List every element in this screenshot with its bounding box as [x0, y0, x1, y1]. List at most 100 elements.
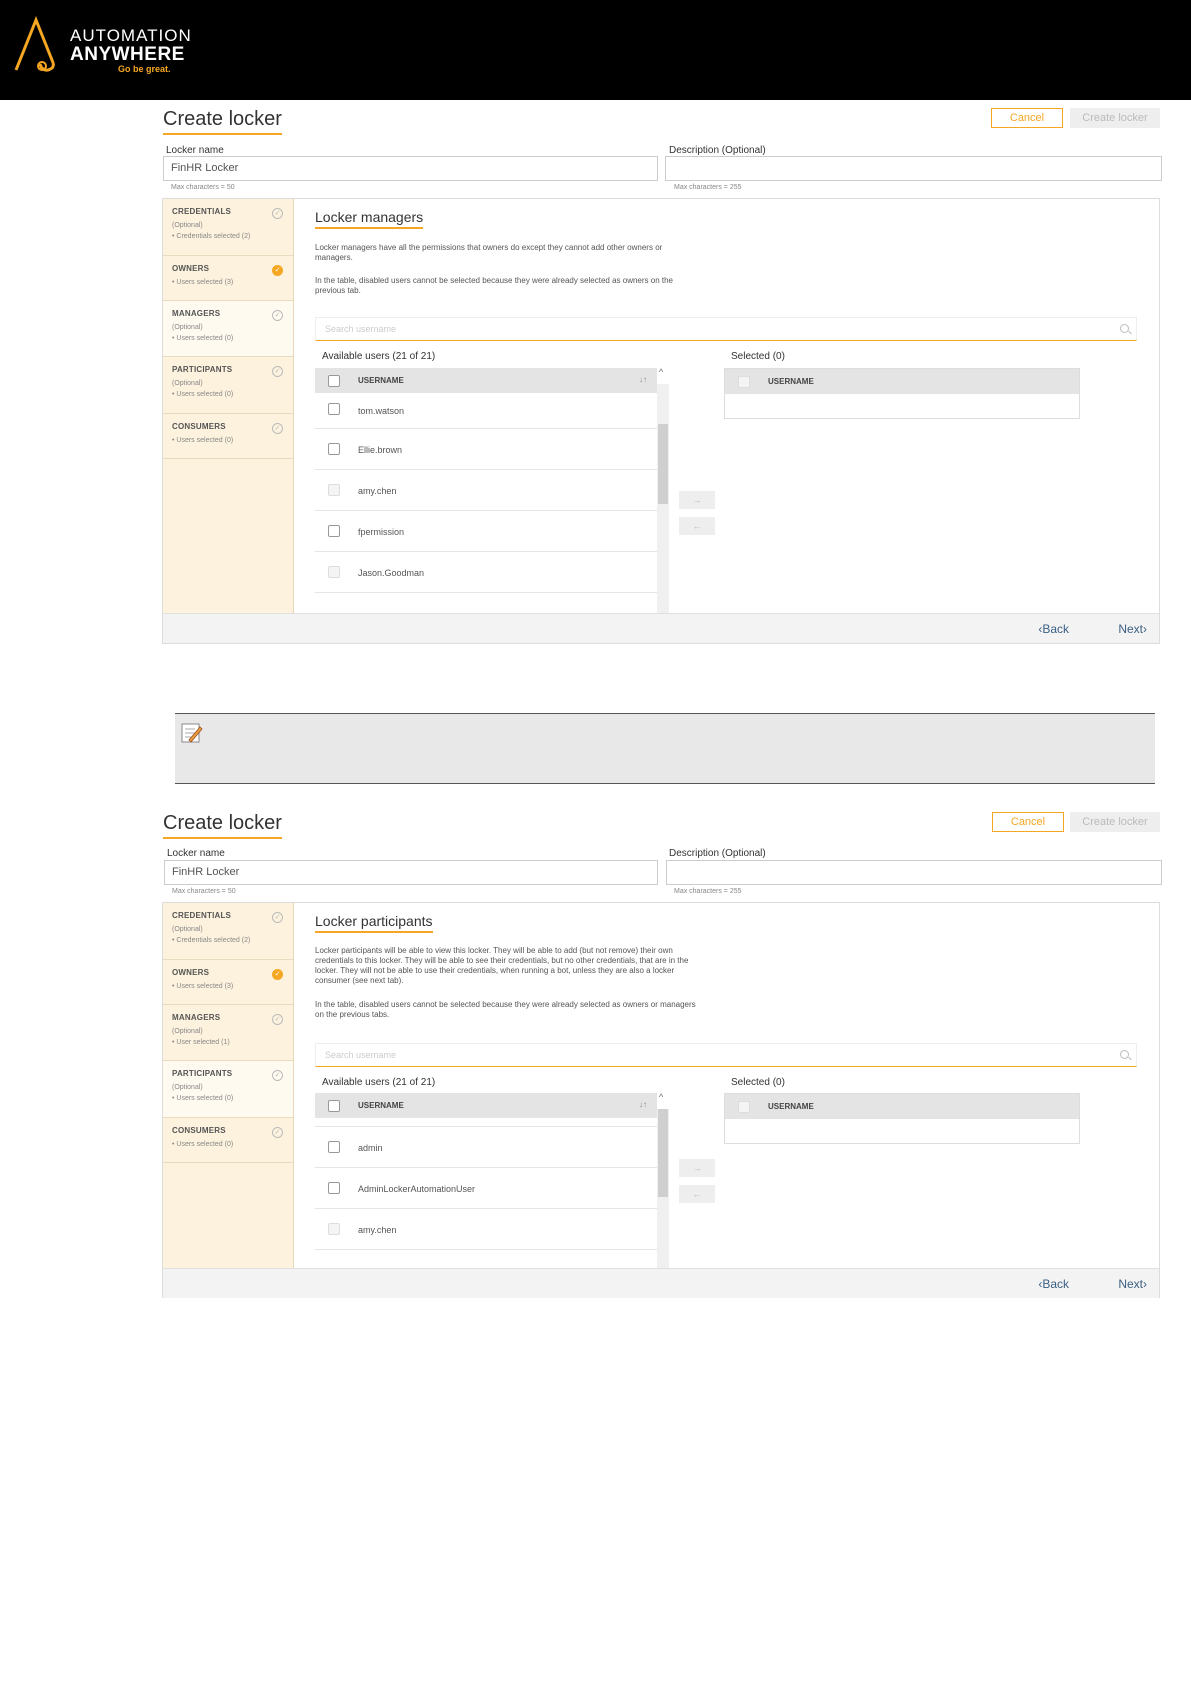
- move-right-button[interactable]: →: [679, 491, 715, 509]
- chevron-up-icon[interactable]: ^: [659, 1092, 663, 1102]
- select-all-checkbox[interactable]: [328, 375, 340, 387]
- username-cell: amy.chen: [358, 1225, 397, 1235]
- sort-icon[interactable]: ↓↑: [639, 1100, 647, 1109]
- next-button[interactable]: Next›: [1118, 1277, 1147, 1291]
- step-credentials[interactable]: CREDENTIALS ✓ (Optional) • Credentials se…: [163, 903, 293, 960]
- section-description-1: Locker managers have all the permissions…: [315, 243, 663, 262]
- chevron-right-icon: ›: [1143, 622, 1147, 636]
- step-participants[interactable]: PARTICIPANTS ✓ (Optional) • Users selecte…: [163, 1061, 293, 1118]
- step-sub: (Optional) • Credentials selected (2): [172, 222, 251, 240]
- check-circle-icon: ✓: [272, 969, 283, 980]
- available-users-label: Available users (21 of 21): [322, 351, 436, 362]
- locker-wizard: CREDENTIALS ✓ (Optional) • Credentials se…: [162, 198, 1160, 644]
- create-locker-button[interactable]: Create locker: [1070, 108, 1160, 128]
- step-name: CONSUMERS: [172, 422, 226, 431]
- table-row[interactable]: AdminLockerAutomationUser: [315, 1168, 657, 1209]
- section-title: Locker participants: [315, 913, 433, 933]
- wizard-steps-sidebar: CREDENTIALS ✓ (Optional) • Credentials se…: [163, 903, 294, 1298]
- step-name: CREDENTIALS: [172, 207, 232, 216]
- locker-name-hint: Max characters = 50: [172, 888, 236, 895]
- description-hint: Max characters = 255: [674, 184, 742, 191]
- search-icon[interactable]: [1120, 324, 1129, 333]
- selected-users-label: Selected (0): [731, 1077, 785, 1088]
- top-header: AUTOMATION ANYWHERE Go be great.: [0, 0, 1191, 100]
- table-header: USERNAME ↓↑: [315, 368, 657, 393]
- page-title: Create locker: [163, 812, 282, 839]
- row-checkbox[interactable]: [328, 403, 340, 415]
- create-locker-button[interactable]: Create locker: [1070, 812, 1160, 832]
- wizard-content: Locker managers Locker managers have all…: [294, 199, 1159, 615]
- step-managers[interactable]: MANAGERS ✓ (Optional) • Users selected (0…: [163, 301, 293, 357]
- wizard-steps-sidebar: CREDENTIALS ✓ (Optional) • Credentials se…: [163, 199, 294, 643]
- locker-name-label: Locker name: [167, 848, 225, 859]
- step-name: MANAGERS: [172, 309, 221, 318]
- step-sub: (Optional) • Users selected (0): [172, 324, 234, 342]
- row-checkbox[interactable]: [328, 443, 340, 455]
- row-checkbox[interactable]: [328, 1141, 340, 1153]
- move-right-button[interactable]: →: [679, 1159, 715, 1177]
- step-sub: • Users selected (3): [172, 983, 234, 990]
- locker-wizard: CREDENTIALS ✓ (Optional) • Credentials se…: [162, 902, 1160, 1298]
- back-button[interactable]: ‹Back: [1038, 1277, 1069, 1291]
- available-users-table: USERNAME ↓↑ admin AdminLockerAutomationU…: [315, 1093, 657, 1269]
- cancel-button[interactable]: Cancel: [991, 108, 1063, 128]
- step-managers[interactable]: MANAGERS ✓ (Optional) • User selected (1): [163, 1005, 293, 1061]
- table-header: USERNAME: [725, 1094, 1079, 1119]
- column-username[interactable]: USERNAME: [358, 1101, 404, 1110]
- check-circle-icon: ✓: [272, 423, 283, 434]
- step-consumers[interactable]: CONSUMERS ✓ • Users selected (0): [163, 1118, 293, 1163]
- next-button[interactable]: Next›: [1118, 622, 1147, 636]
- search-icon[interactable]: [1120, 1050, 1129, 1059]
- cancel-button[interactable]: Cancel: [992, 812, 1064, 832]
- move-left-button[interactable]: ←: [679, 1185, 715, 1203]
- step-owners[interactable]: OWNERS ✓ • Users selected (3): [163, 256, 293, 301]
- selected-users-empty: [725, 394, 1079, 418]
- step-sub: • Users selected (3): [172, 279, 234, 286]
- table-row[interactable]: Ellie.brown: [315, 429, 657, 470]
- select-all-checkbox[interactable]: [328, 1100, 340, 1112]
- sort-icon[interactable]: ↓↑: [639, 375, 647, 384]
- column-username[interactable]: USERNAME: [358, 376, 404, 385]
- scrollbar-thumb[interactable]: [658, 1109, 668, 1197]
- step-participants[interactable]: PARTICIPANTS ✓ (Optional) • Users selecte…: [163, 357, 293, 414]
- step-name: PARTICIPANTS: [172, 1069, 233, 1078]
- table-row[interactable]: tom.watson: [315, 393, 657, 429]
- search-input[interactable]: Search username: [315, 1043, 1137, 1067]
- select-all-checkbox-disabled: [738, 376, 750, 388]
- section-title: Locker managers: [315, 209, 424, 229]
- step-consumers[interactable]: CONSUMERS ✓ • Users selected (0): [163, 414, 293, 459]
- table-scrollbar[interactable]: [657, 1109, 669, 1269]
- check-circle-icon: ✓: [272, 366, 283, 377]
- username-cell: Ellie.brown: [358, 445, 403, 455]
- row-checkbox-disabled: [328, 566, 340, 578]
- table-row-partial: [315, 1118, 657, 1127]
- locker-name-input[interactable]: FinHR Locker: [164, 860, 658, 885]
- description-hint: Max characters = 255: [674, 888, 742, 895]
- table-row: amy.chen: [315, 1209, 657, 1250]
- scrollbar-thumb[interactable]: [658, 424, 668, 504]
- step-owners[interactable]: OWNERS ✓ • Users selected (3): [163, 960, 293, 1005]
- logo-line1: AUTOMATION: [70, 26, 192, 45]
- check-circle-icon: ✓: [272, 208, 283, 219]
- row-checkbox-disabled: [328, 484, 340, 496]
- step-name: PARTICIPANTS: [172, 365, 233, 374]
- description-input[interactable]: [666, 860, 1162, 885]
- wizard-footer: ‹Back Next›: [163, 1268, 1159, 1298]
- table-row: amy.chen: [315, 470, 657, 511]
- selected-users-label: Selected (0): [731, 351, 785, 362]
- table-row[interactable]: fpermission: [315, 511, 657, 552]
- row-checkbox[interactable]: [328, 1182, 340, 1194]
- move-left-button[interactable]: ←: [679, 517, 715, 535]
- table-row[interactable]: admin: [315, 1127, 657, 1168]
- description-input[interactable]: [665, 156, 1162, 181]
- row-checkbox[interactable]: [328, 525, 340, 537]
- step-credentials[interactable]: CREDENTIALS ✓ (Optional) • Credentials se…: [163, 199, 293, 256]
- table-scrollbar[interactable]: [657, 384, 669, 615]
- chevron-up-icon[interactable]: ^: [659, 367, 663, 377]
- search-input[interactable]: Search username: [315, 317, 1137, 341]
- back-button[interactable]: ‹Back: [1038, 622, 1069, 636]
- locker-name-input[interactable]: FinHR Locker: [163, 156, 658, 181]
- page-title: Create locker: [163, 108, 282, 135]
- selected-users-table: USERNAME: [724, 368, 1080, 419]
- description-label: Description (Optional): [669, 848, 766, 859]
